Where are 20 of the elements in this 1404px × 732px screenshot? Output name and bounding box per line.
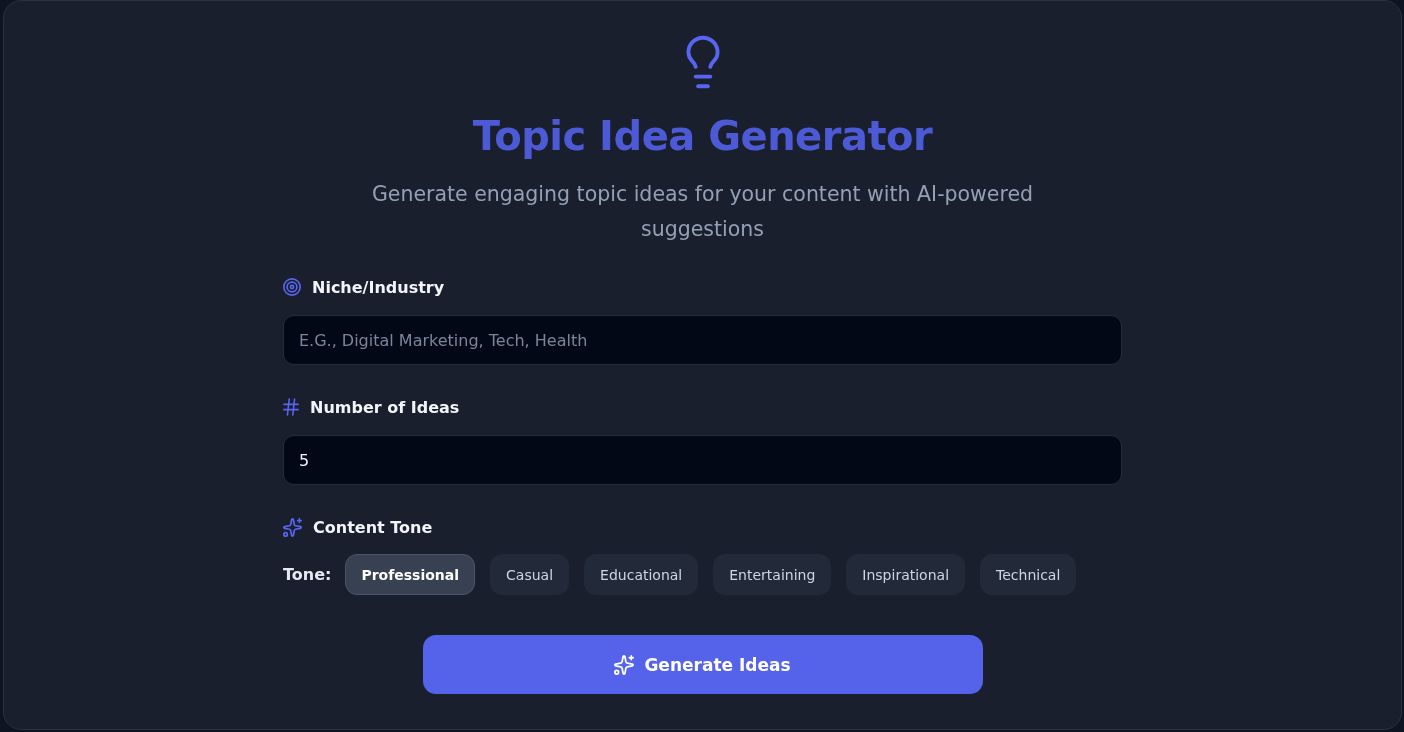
page-subtitle: Generate engaging topic ideas for your content with AI-powered suggestions — [370, 181, 1035, 243]
hash-icon — [283, 398, 299, 416]
generate-button[interactable]: Generate Ideas — [422, 635, 983, 694]
field-label: Content Tone — [313, 517, 433, 537]
target-icon — [283, 278, 301, 296]
field-label: Number of Ideas — [310, 397, 460, 417]
page-title: Topic Idea Generator — [472, 112, 933, 161]
lightbulb-icon — [685, 35, 720, 89]
tone-option[interactable]: Technical — [980, 554, 1077, 595]
sparkles-icon — [614, 654, 635, 675]
tone-option[interactable]: Casual — [490, 554, 570, 595]
sparkles-icon — [283, 517, 302, 537]
tone-option[interactable]: Educational — [584, 554, 699, 595]
tone-label: Tone: — [283, 565, 332, 584]
number-input-field[interactable]: 5 — [283, 435, 1122, 485]
field-label: Niche/Industry — [312, 277, 445, 297]
tone-option[interactable]: Professional — [345, 554, 476, 595]
niche-input-field[interactable]: E.G., Digital Marketing, Tech, Health — [283, 315, 1122, 365]
tone-option[interactable]: Entertaining — [713, 554, 832, 595]
tone-option[interactable]: Inspirational — [846, 554, 966, 595]
